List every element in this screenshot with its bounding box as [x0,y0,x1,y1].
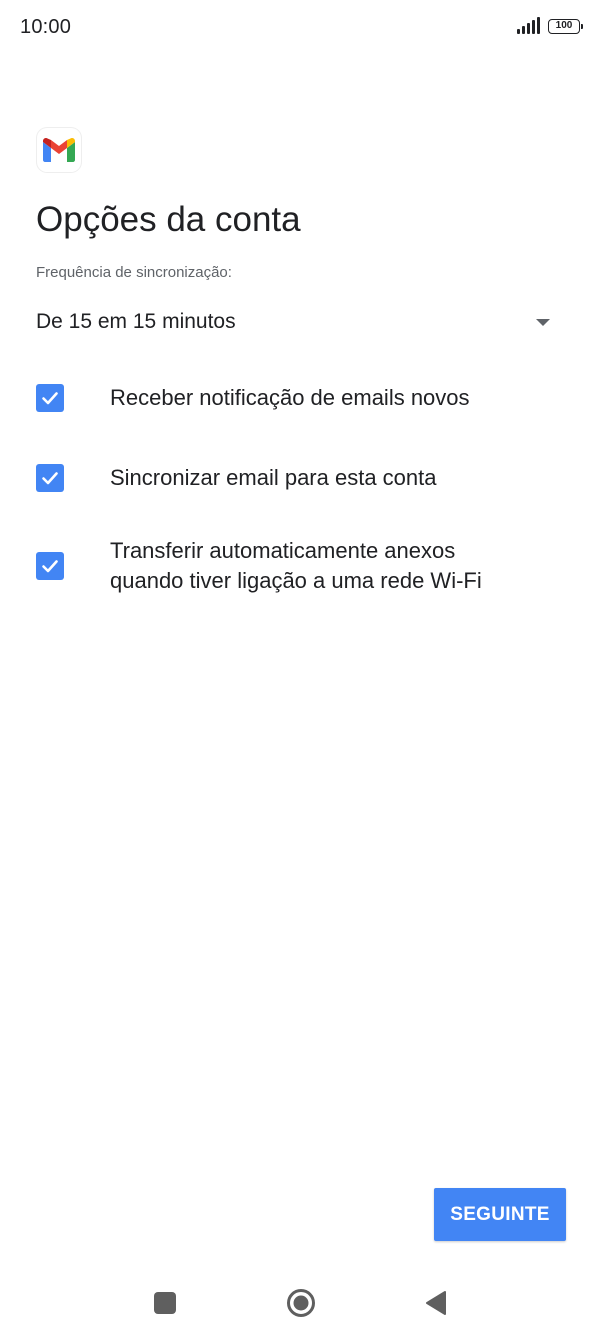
option-label-line1: Transferir automaticamente anexos [110,538,456,563]
checkbox-sync-email[interactable] [36,464,64,492]
next-button[interactable]: SEGUINTE [434,1188,566,1241]
battery-level: 100 [555,20,573,31]
status-bar: 10:00 100 [0,0,602,56]
sync-frequency-value: De 15 em 15 minutos [36,310,236,333]
back-triangle-svg [426,1291,446,1315]
option-notify-new-emails[interactable]: Receber notificação de emails novos [36,382,566,414]
checkmark-icon [42,560,58,573]
sync-frequency-dropdown[interactable]: De 15 em 15 minutos [36,300,566,344]
checkmark-icon [42,392,58,405]
option-auto-download-attachments[interactable]: Transferir automaticamente anexos quando… [36,536,566,596]
checkbox-notify-new-emails[interactable] [36,384,64,412]
gmail-m-icon [43,138,75,162]
option-label: Transferir automaticamente anexos quando… [110,536,482,596]
circle-home-icon[interactable] [286,1288,316,1318]
dropdown-arrow-icon [536,318,550,326]
navigation-bar [0,1270,602,1338]
triangle-back-icon[interactable] [424,1290,448,1316]
status-time: 10:00 [20,16,72,38]
sync-frequency-label: Frequência de sincronização: [36,264,232,281]
checkmark-icon [42,472,58,485]
home-circle-svg [287,1289,315,1317]
option-label-line2: quando tiver ligação a uma rede Wi-Fi [110,568,482,593]
square-recents-icon[interactable] [154,1292,176,1314]
battery-icon: 100 [548,18,583,34]
option-label: Sincronizar email para esta conta [110,465,437,490]
gmail-logo-icon [37,128,81,172]
signal-bars-icon [517,17,540,34]
status-icons: 100 [517,17,583,34]
option-sync-email[interactable]: Sincronizar email para esta conta [36,462,566,494]
option-label: Receber notificação de emails novos [110,385,470,410]
checkbox-auto-download-attachments[interactable] [36,552,64,580]
page-title: Opções da conta [36,200,301,239]
